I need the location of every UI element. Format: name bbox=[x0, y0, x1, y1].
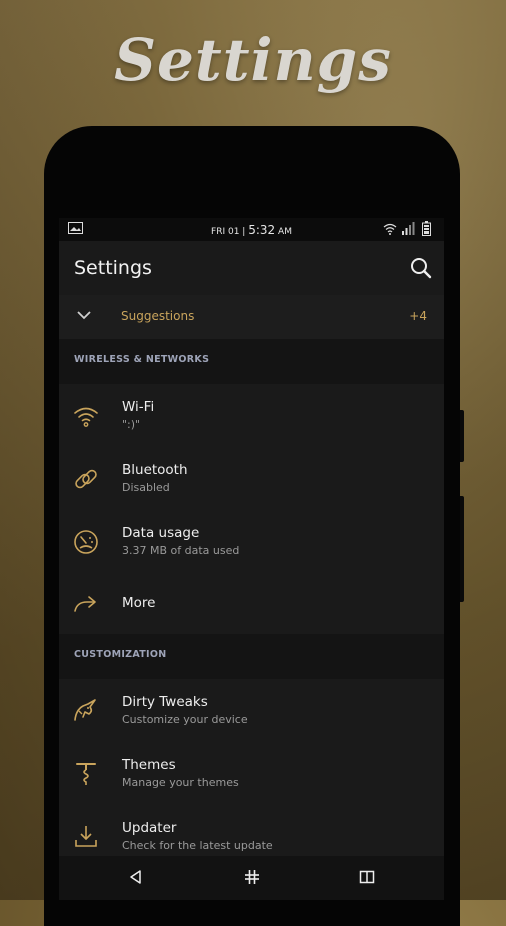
search-icon[interactable] bbox=[410, 257, 432, 283]
home-icon[interactable] bbox=[244, 869, 260, 889]
settings-item-themes[interactable]: Themes Manage your themes bbox=[59, 742, 444, 805]
power-button bbox=[460, 496, 464, 602]
customization-group: Dirty Tweaks Customize your device Theme… bbox=[59, 679, 444, 868]
app-bar: Settings bbox=[59, 241, 444, 295]
item-title: More bbox=[122, 595, 156, 611]
navigation-bar bbox=[59, 856, 444, 900]
wifi-signal-icon bbox=[383, 222, 397, 239]
back-icon[interactable] bbox=[128, 869, 144, 889]
suggestions-count: +4 bbox=[409, 309, 427, 323]
unicorn-icon bbox=[73, 698, 99, 724]
status-ampm: AM bbox=[278, 227, 292, 237]
settings-item-bluetooth[interactable]: Bluetooth Disabled bbox=[59, 447, 444, 510]
banner-title: Settings bbox=[114, 26, 392, 94]
recents-icon[interactable] bbox=[359, 869, 375, 889]
chevron-down-icon bbox=[77, 309, 91, 323]
section-title: CUSTOMIZATION bbox=[74, 649, 167, 660]
forward-arrow-icon bbox=[73, 591, 99, 617]
settings-item-wifi[interactable]: Wi-Fi ":)" bbox=[59, 384, 444, 447]
item-title: Data usage bbox=[122, 525, 200, 541]
item-subtitle: ":)" bbox=[122, 418, 141, 431]
wifi-icon bbox=[73, 403, 99, 429]
bluetooth-link-icon bbox=[73, 466, 99, 492]
suggestions-label: Suggestions bbox=[121, 309, 195, 323]
battery-icon bbox=[422, 221, 431, 239]
item-title: Dirty Tweaks bbox=[122, 694, 208, 710]
wireless-group: Wi-Fi ":)" Bluetooth Disabled Data usage… bbox=[59, 384, 444, 634]
suggestions-row[interactable]: Suggestions +4 bbox=[59, 295, 444, 339]
settings-item-dirty-tweaks[interactable]: Dirty Tweaks Customize your device bbox=[59, 679, 444, 742]
corkscrew-icon bbox=[73, 761, 99, 787]
item-subtitle: Customize your device bbox=[122, 713, 248, 726]
section-title: WIRELESS & NETWORKS bbox=[74, 354, 210, 365]
item-title: Themes bbox=[122, 757, 176, 773]
item-subtitle: 3.37 MB of data used bbox=[122, 544, 240, 557]
page-title: Settings bbox=[74, 257, 152, 279]
section-header-customization: CUSTOMIZATION bbox=[59, 634, 444, 679]
phone-screen: FRI 01 | 5:32 AM Settings Suggestions +4… bbox=[59, 218, 444, 900]
item-subtitle: Disabled bbox=[122, 481, 170, 494]
item-subtitle: Check for the latest update bbox=[122, 839, 273, 852]
volume-button bbox=[460, 410, 464, 462]
status-time: 5:32 bbox=[248, 223, 276, 237]
item-title: Wi-Fi bbox=[122, 399, 155, 415]
status-date: FRI 01 | bbox=[211, 227, 246, 237]
item-subtitle: Manage your themes bbox=[122, 776, 239, 789]
status-bar: FRI 01 | 5:32 AM bbox=[59, 218, 444, 241]
cell-signal-icon bbox=[402, 222, 415, 238]
item-title: Updater bbox=[122, 820, 177, 836]
settings-item-data-usage[interactable]: Data usage 3.37 MB of data used bbox=[59, 510, 444, 573]
download-icon bbox=[73, 824, 99, 850]
item-title: Bluetooth bbox=[122, 462, 188, 478]
data-usage-gauge-icon bbox=[73, 529, 99, 555]
settings-item-more[interactable]: More bbox=[59, 573, 444, 634]
section-header-wireless: WIRELESS & NETWORKS bbox=[59, 339, 444, 384]
